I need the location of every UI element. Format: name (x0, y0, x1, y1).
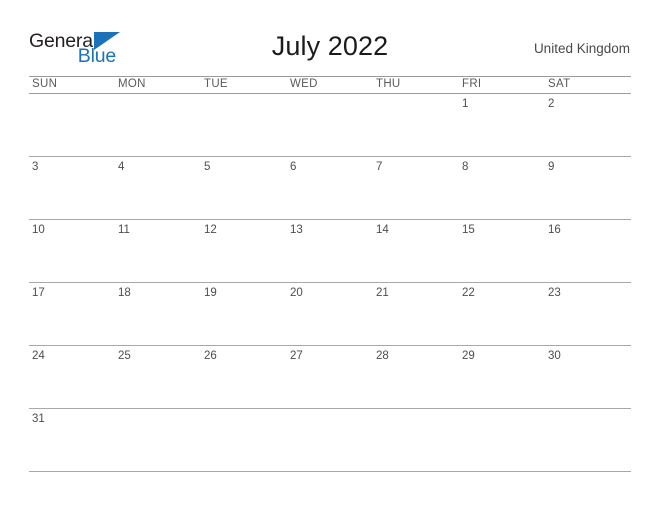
day-number: 15 (462, 224, 475, 236)
dow-wed: WED (290, 78, 318, 90)
day-number: 22 (462, 287, 475, 299)
day-number: 10 (32, 224, 45, 236)
day-number: 3 (32, 161, 39, 173)
day-number: 23 (548, 287, 561, 299)
day-number: 6 (290, 161, 297, 173)
divider-bottom (29, 471, 631, 472)
calendar-week-row: 24 25 26 27 28 29 30 (29, 346, 631, 408)
calendar-page: General Blue July 2022 United Kingdom SU… (0, 0, 660, 510)
day-number: 21 (376, 287, 389, 299)
day-number: 19 (204, 287, 217, 299)
day-number: 18 (118, 287, 131, 299)
day-cell[interactable]: 4 (115, 157, 201, 219)
day-cell[interactable]: 7 (373, 157, 459, 219)
day-cell[interactable]: 25 (115, 346, 201, 408)
day-cell[interactable]: 10 (29, 220, 115, 282)
dow-tue: TUE (204, 78, 228, 90)
day-cell[interactable]: 1 (459, 94, 545, 156)
day-cell[interactable] (201, 409, 287, 471)
day-number: 9 (548, 161, 555, 173)
day-number: 28 (376, 350, 389, 362)
calendar-week-row: 10 11 12 13 14 15 16 (29, 220, 631, 282)
day-cell[interactable] (115, 94, 201, 156)
day-cell[interactable]: 30 (545, 346, 631, 408)
day-cell[interactable] (287, 94, 373, 156)
day-cell[interactable]: 19 (201, 283, 287, 345)
day-number: 11 (118, 224, 130, 236)
dow-fri: FRI (462, 78, 482, 90)
day-number: 30 (548, 350, 561, 362)
day-cell[interactable]: 5 (201, 157, 287, 219)
day-number: 24 (32, 350, 45, 362)
day-number: 8 (462, 161, 469, 173)
day-number: 25 (118, 350, 131, 362)
day-cell[interactable]: 22 (459, 283, 545, 345)
day-cell[interactable]: 11 (115, 220, 201, 282)
day-cell[interactable]: 15 (459, 220, 545, 282)
day-number: 16 (548, 224, 561, 236)
day-number: 31 (32, 413, 45, 425)
day-cell[interactable]: 17 (29, 283, 115, 345)
day-of-week-header-row: SUN MON TUE WED THU FRI SAT (29, 77, 631, 93)
day-number: 1 (462, 98, 469, 110)
day-cell[interactable] (201, 94, 287, 156)
day-number: 20 (290, 287, 303, 299)
day-cell[interactable] (373, 94, 459, 156)
day-cell[interactable] (287, 409, 373, 471)
calendar-week-row: 31 (29, 409, 631, 471)
day-number: 7 (376, 161, 383, 173)
day-cell[interactable]: 21 (373, 283, 459, 345)
dow-thu: THU (376, 78, 401, 90)
day-number: 4 (118, 161, 125, 173)
day-cell[interactable]: 14 (373, 220, 459, 282)
day-number: 5 (204, 161, 211, 173)
day-cell[interactable]: 13 (287, 220, 373, 282)
day-cell[interactable]: 23 (545, 283, 631, 345)
day-cell[interactable]: 9 (545, 157, 631, 219)
day-number: 2 (548, 98, 555, 110)
day-cell[interactable] (459, 409, 545, 471)
dow-mon: MON (118, 78, 146, 90)
day-cell[interactable]: 20 (287, 283, 373, 345)
day-cell[interactable]: 24 (29, 346, 115, 408)
calendar-week-row: 1 2 (29, 94, 631, 156)
day-number: 12 (204, 224, 217, 236)
day-cell[interactable]: 31 (29, 409, 115, 471)
day-cell[interactable] (373, 409, 459, 471)
day-cell[interactable]: 18 (115, 283, 201, 345)
day-cell[interactable]: 27 (287, 346, 373, 408)
page-header: General Blue July 2022 United Kingdom (0, 0, 660, 72)
calendar-week-row: 17 18 19 20 21 22 23 (29, 283, 631, 345)
day-number: 13 (290, 224, 303, 236)
day-cell[interactable] (545, 409, 631, 471)
day-number: 27 (290, 350, 303, 362)
day-cell[interactable]: 28 (373, 346, 459, 408)
day-cell[interactable]: 2 (545, 94, 631, 156)
calendar-week-row: 3 4 5 6 7 8 9 (29, 157, 631, 219)
day-cell[interactable]: 29 (459, 346, 545, 408)
country-label: United Kingdom (533, 41, 630, 56)
day-number: 26 (204, 350, 217, 362)
day-cell[interactable]: 12 (201, 220, 287, 282)
day-number: 29 (462, 350, 475, 362)
day-cell[interactable]: 3 (29, 157, 115, 219)
day-cell[interactable]: 16 (545, 220, 631, 282)
day-cell[interactable]: 6 (287, 157, 373, 219)
dow-sun: SUN (32, 78, 58, 90)
day-cell[interactable]: 8 (459, 157, 545, 219)
day-cell[interactable]: 26 (201, 346, 287, 408)
calendar-grid: SUN MON TUE WED THU FRI SAT 1 2 3 4 5 6 … (29, 76, 631, 472)
day-cell[interactable] (115, 409, 201, 471)
day-number: 17 (32, 287, 45, 299)
day-cell[interactable] (29, 94, 115, 156)
dow-sat: SAT (548, 78, 571, 90)
day-number: 14 (376, 224, 389, 236)
